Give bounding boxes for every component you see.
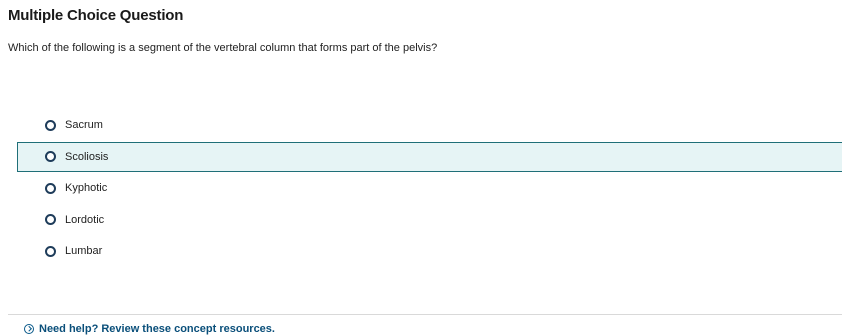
radio-button-icon[interactable] xyxy=(45,245,56,257)
option-label: Kyphotic xyxy=(65,182,108,195)
option-label: Sacrum xyxy=(65,119,103,131)
answer-option-sacrum[interactable]: Sacrum xyxy=(17,110,842,140)
answer-option-lumbar[interactable]: Lumbar xyxy=(17,236,842,266)
answer-options: Sacrum Scoliosis Kyphotic Lordotic Lumba… xyxy=(17,110,842,268)
answer-option-scoliosis[interactable]: Scoliosis xyxy=(17,141,842,172)
option-label: Scoliosis xyxy=(65,150,109,163)
section-divider xyxy=(8,314,842,315)
option-label: Lordotic xyxy=(65,213,105,226)
chevron-circle-icon xyxy=(24,324,34,334)
radio-button-icon[interactable] xyxy=(45,151,56,163)
page-title: Multiple Choice Question xyxy=(8,7,184,24)
answer-option-kyphotic[interactable]: Kyphotic xyxy=(17,173,842,203)
radio-button-icon[interactable] xyxy=(45,214,56,226)
help-resources-link[interactable]: Need help? Review these concept resource… xyxy=(24,323,275,335)
answer-option-lordotic[interactable]: Lordotic xyxy=(17,205,842,235)
question-prompt: Which of the following is a segment of t… xyxy=(8,42,438,54)
radio-button-icon[interactable] xyxy=(45,119,56,131)
help-link-label: Need help? Review these concept resource… xyxy=(39,323,275,335)
option-label: Lumbar xyxy=(65,245,103,258)
radio-button-icon[interactable] xyxy=(45,182,56,194)
question-page: Multiple Choice Question Which of the fo… xyxy=(0,0,842,335)
